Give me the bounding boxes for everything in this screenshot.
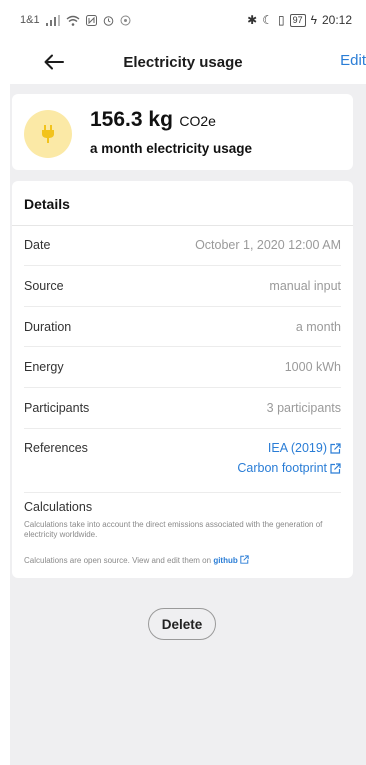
do-not-disturb-icon: ☾ <box>262 13 273 27</box>
detail-label: Energy <box>24 360 64 374</box>
status-bar: 1&1 ✱ ☾ ▯ 97 ϟ 20:12 <box>0 0 366 40</box>
reference-link-label: Carbon footprint <box>237 461 327 475</box>
delete-button[interactable]: Delete <box>148 608 216 640</box>
location-icon <box>120 15 131 25</box>
details-title: Details <box>24 196 70 212</box>
plug-icon-badge <box>24 110 72 158</box>
detail-value: 3 participants <box>266 401 341 415</box>
external-link-icon <box>330 442 341 454</box>
page-title: Electricity usage <box>123 53 243 71</box>
detail-row-duration: Duration a month <box>24 307 341 347</box>
github-link-label: github <box>213 556 238 565</box>
signal-icon <box>45 14 60 26</box>
emission-amount-line: 156.3 kg CO2e <box>90 108 216 132</box>
detail-label: Date <box>24 238 51 252</box>
detail-row-participants: Participants 3 participants <box>24 388 341 429</box>
external-link-icon <box>240 555 249 564</box>
battery-indicator: 97 <box>289 13 306 27</box>
detail-label: References <box>24 441 88 455</box>
alarm-icon <box>103 15 113 26</box>
emission-unit: CO2e <box>179 113 216 129</box>
github-link[interactable]: github <box>213 555 249 565</box>
detail-row-date: Date October 1, 2020 12:00 AM <box>24 225 341 266</box>
status-left: 1&1 <box>20 14 131 26</box>
detail-row-references: References IEA (2019) Carbon footprint <box>24 429 341 493</box>
app-header: Electricity usage Edit <box>0 40 366 84</box>
reference-link-carbon-footprint[interactable]: Carbon footprint <box>237 461 341 475</box>
detail-value: manual input <box>269 279 341 293</box>
detail-value: 1000 kWh <box>284 360 341 374</box>
calculations-description: Calculations take into account the direc… <box>24 520 323 539</box>
charging-icon: ϟ <box>310 13 317 27</box>
carrier-label: 1&1 <box>20 14 40 26</box>
status-time: 20:12 <box>321 13 352 27</box>
external-link-icon <box>330 462 341 474</box>
nfc-icon <box>85 14 97 26</box>
open-source-note: Calculations are open source. View and e… <box>24 555 344 566</box>
calculations-title: Calculations <box>24 500 93 514</box>
edit-button[interactable]: Edit <box>340 52 366 69</box>
arrow-left-icon <box>44 54 64 70</box>
bluetooth-icon: ✱ <box>247 13 258 27</box>
back-button[interactable] <box>40 48 68 76</box>
summary-card: 156.3 kg CO2e a month electricity usage <box>12 94 353 170</box>
vibrate-icon: ▯ <box>277 13 285 27</box>
reference-link-label: IEA (2019) <box>267 441 327 455</box>
detail-row-source: Source manual input <box>24 266 341 307</box>
references-list: IEA (2019) Carbon footprint <box>237 441 341 492</box>
detail-value: October 1, 2020 12:00 AM <box>195 238 341 252</box>
detail-label: Source <box>24 279 64 293</box>
detail-label: Duration <box>24 319 72 334</box>
details-card: Details Date October 1, 2020 12:00 AM So… <box>12 181 353 578</box>
detail-row-energy: Energy 1000 kWh <box>24 347 341 388</box>
plug-icon <box>42 125 54 143</box>
reference-link-iea[interactable]: IEA (2019) <box>268 441 341 455</box>
status-right: ✱ ☾ ▯ 97 ϟ 20:12 <box>247 13 352 27</box>
open-source-text: Calculations are open source. View and e… <box>24 556 212 565</box>
detail-label: Participants <box>24 401 90 415</box>
detail-value: a month <box>295 319 341 334</box>
emission-amount: 156.3 kg <box>90 108 173 131</box>
summary-subtitle: a month electricity usage <box>90 141 253 156</box>
wifi-icon <box>66 15 80 26</box>
